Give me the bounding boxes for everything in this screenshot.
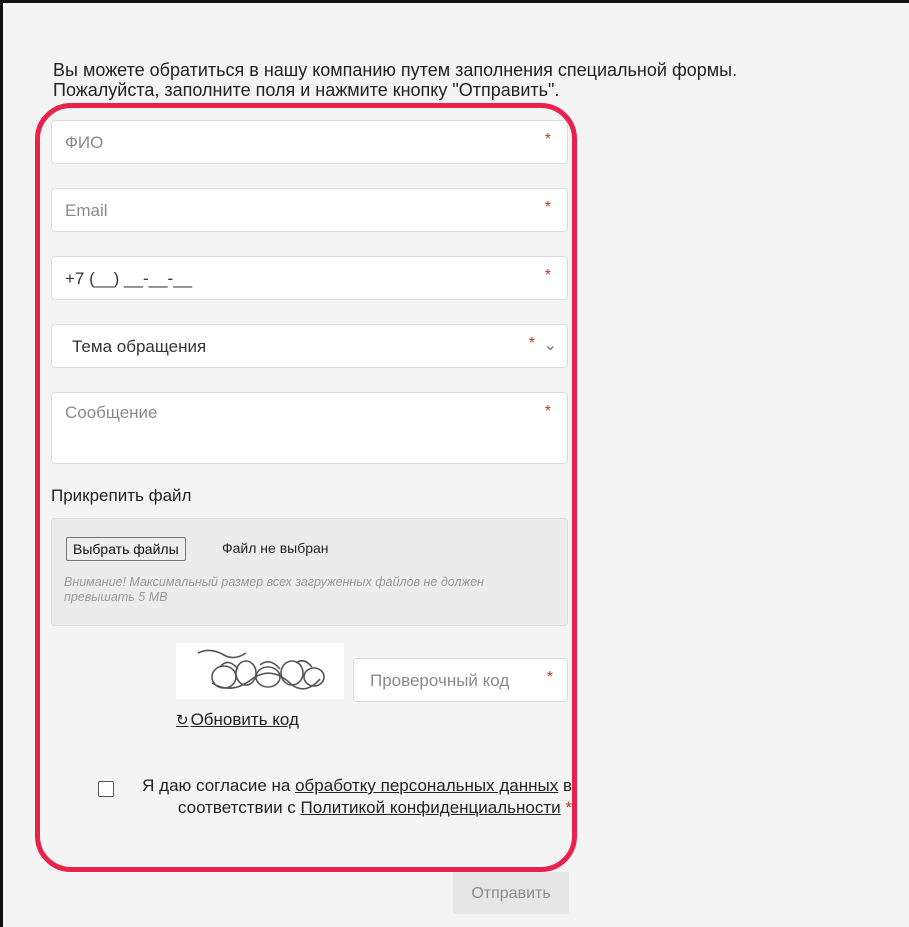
captcha-placeholder: Проверочный код [370, 671, 510, 690]
required-asterisk: * [544, 267, 551, 284]
name-placeholder: ФИО [65, 133, 104, 152]
consent-checkbox[interactable] [98, 781, 114, 797]
message-placeholder: Сообщение [65, 403, 158, 422]
attach-file-label: Прикрепить файл [51, 486, 192, 505]
personal-data-link[interactable]: обработку персональных данных [295, 776, 558, 795]
choose-files-button[interactable]: Выбрать файлы [66, 537, 186, 561]
file-status: Файл не выбран [222, 540, 329, 556]
refresh-icon: ↻ [176, 712, 189, 729]
chevron-down-icon: ⌄ [543, 337, 557, 354]
required-asterisk: * [544, 131, 551, 148]
required-asterisk: * [528, 335, 535, 352]
captcha-input[interactable]: Проверочный код * [353, 658, 568, 702]
captcha-scribble [197, 649, 325, 690]
name-field[interactable]: ФИО * [51, 120, 568, 164]
intro-line-1: Вы можете обратиться в нашу компанию пут… [53, 60, 738, 80]
intro-line-2: Пожалуйста, заполните поля и нажмите кно… [53, 80, 560, 100]
attach-file-box: Выбрать файлы Файл не выбран Внимание! М… [51, 518, 568, 626]
topic-placeholder: Тема обращения [72, 337, 207, 356]
frame-left-border [0, 0, 3, 927]
captcha-image [176, 643, 344, 699]
required-asterisk: * [565, 798, 572, 817]
frame-top-border [0, 0, 909, 3]
consent-prefix: Я даю согласие на [142, 776, 296, 795]
refresh-label: Обновить код [190, 710, 299, 729]
intro-text: Вы можете обратиться в нашу компанию пут… [53, 60, 893, 100]
required-asterisk: * [546, 669, 553, 686]
required-asterisk: * [544, 403, 551, 420]
consent-text: Я даю согласие на обработку персональных… [122, 775, 572, 819]
refresh-code-link[interactable]: ↻ Обновить код [176, 710, 299, 730]
email-field[interactable]: Email * [51, 188, 568, 232]
email-placeholder: Email [65, 201, 108, 220]
privacy-policy-link[interactable]: Политикой конфиденциальности [301, 798, 561, 817]
topic-select[interactable]: Тема обращения * ⌄ [51, 324, 568, 368]
submit-button[interactable]: Отправить [453, 872, 569, 914]
required-asterisk: * [544, 199, 551, 216]
message-textarea[interactable]: Сообщение * [51, 392, 568, 464]
phone-mask: +7 (__) __-__-__ [65, 269, 193, 288]
file-size-note: Внимание! Максимальный размер всех загру… [64, 575, 484, 604]
phone-field[interactable]: +7 (__) __-__-__ * [51, 256, 568, 300]
